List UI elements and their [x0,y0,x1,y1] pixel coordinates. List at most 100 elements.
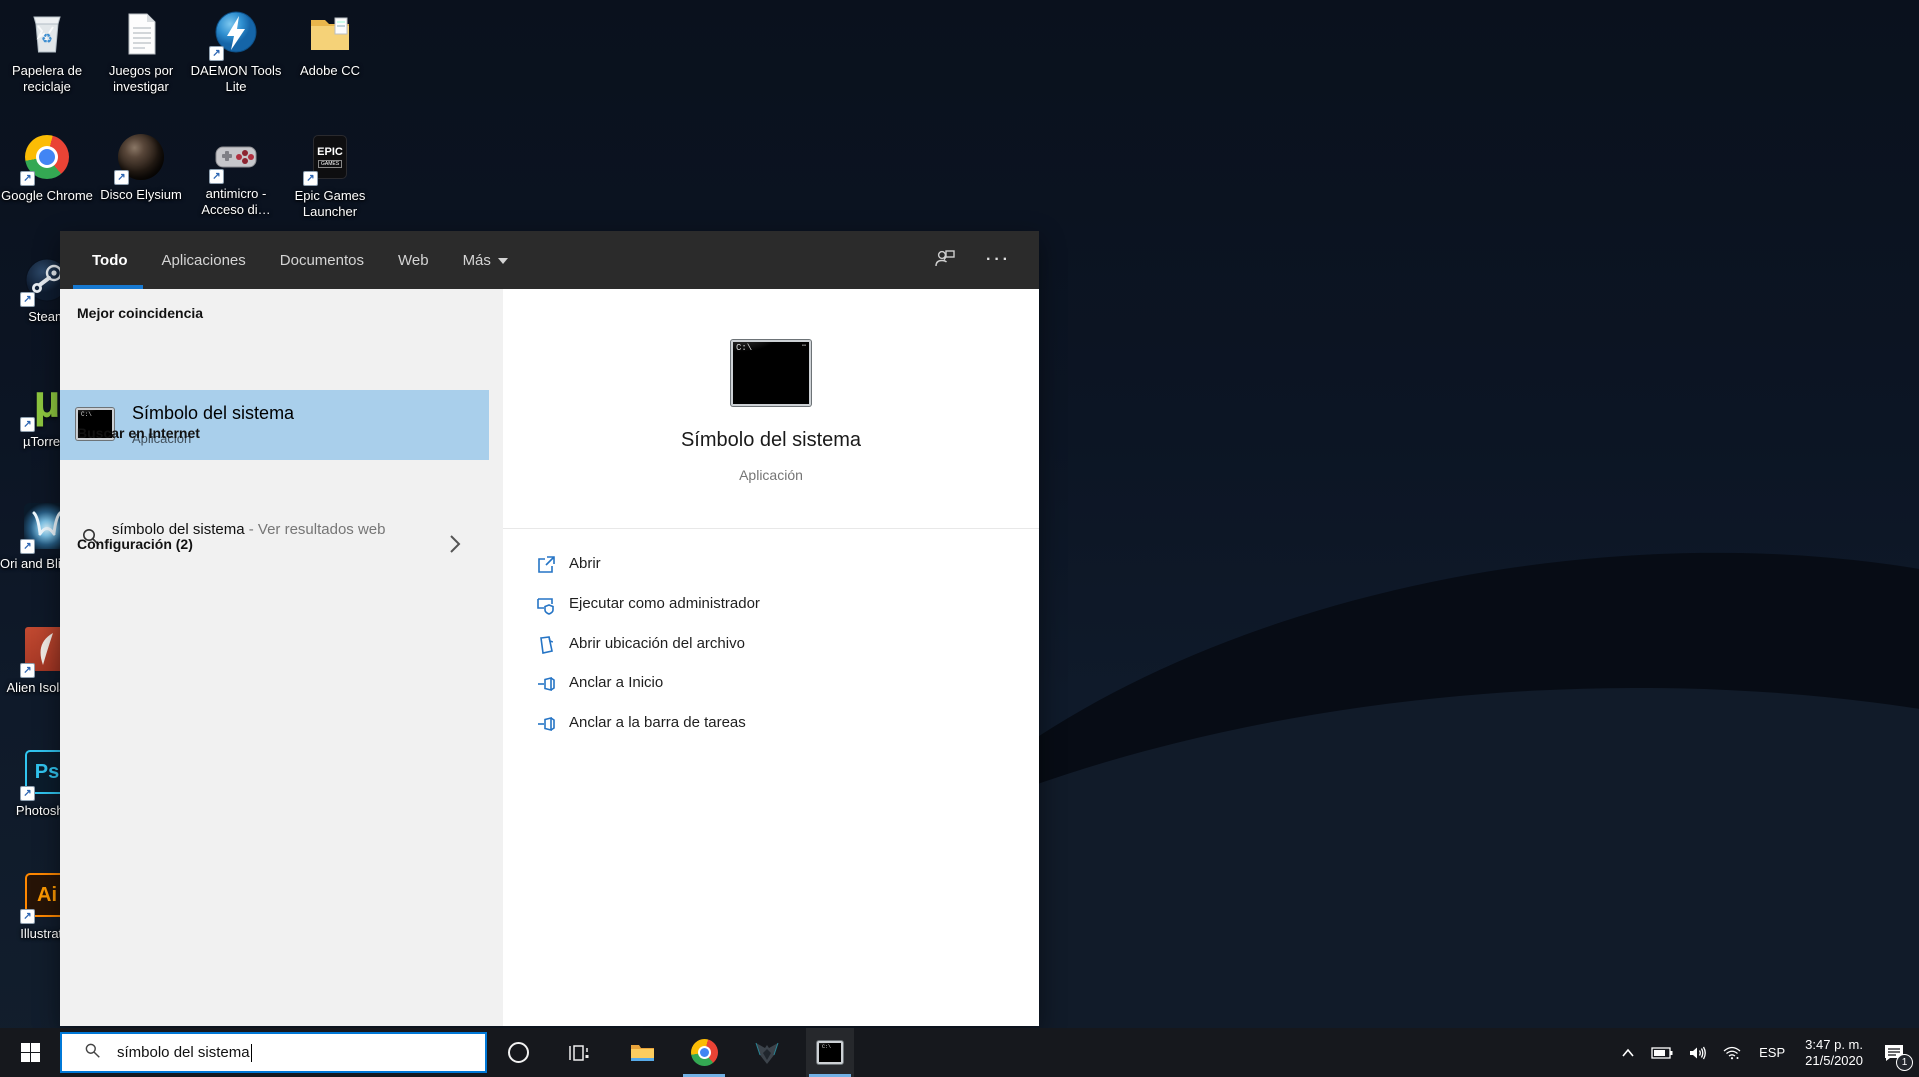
action-label: Anclar a la barra de tareas [569,714,746,731]
folder-icon [306,10,354,58]
search-results-list: Mejor coincidencia C:\ Símbolo del siste… [60,289,503,1026]
file-location-icon [536,635,556,660]
cmd-prompt-text: C:\ [822,1044,831,1050]
cmd-prompt-text: C:\ [736,343,752,353]
system-tray: ESP 3:47 p. m. 21/5/2020 1 [1613,1028,1919,1077]
shortcut-arrow-icon: ↗ [20,292,35,307]
search-tabs-header: Todo Aplicaciones Documentos Web Más ··· [60,231,1039,289]
desktop-icon-google-chrome[interactable]: ↗ Google Chrome [0,133,94,204]
action-center-button[interactable]: 1 [1873,1028,1919,1077]
cmd-window-buttons: ▪▪ [802,343,806,349]
tray-chevron-up-icon[interactable] [1613,1028,1643,1077]
tab-aplicaciones[interactable]: Aplicaciones [162,252,246,269]
action-label: Ejecutar como administrador [569,595,760,612]
divider [503,528,1039,529]
document-icon [117,10,165,58]
search-input-text: símbolo del sistema [117,1044,250,1061]
cortana-icon [508,1042,529,1063]
tab-documentos[interactable]: Documentos [280,252,364,269]
shortcut-arrow-icon: ↗ [20,786,35,801]
tab-todo[interactable]: Todo [92,252,128,269]
shortcut-arrow-icon: ↗ [209,46,224,61]
desktop-icon-label: antimicro - Acceso di… [189,186,283,218]
cortana-button[interactable] [494,1028,542,1077]
desktop-icon-antimicro[interactable]: ↗ antimicro - Acceso di… [189,133,283,218]
epic-games-icon: EPIC GAMES ↗ [306,135,354,183]
daemon-tools-icon: ↗ [212,10,260,58]
desktop-icon-label: Google Chrome [0,188,94,204]
desktop-icon-epic-games[interactable]: EPIC GAMES ↗ Epic Games Launcher [283,133,377,220]
shortcut-arrow-icon: ↗ [114,170,129,185]
language-indicator[interactable]: ESP [1749,1028,1795,1077]
desktop-icon-daemon-tools[interactable]: ↗ DAEMON Tools Lite [189,10,283,95]
wifi-icon[interactable] [1715,1028,1749,1077]
volume-icon[interactable] [1681,1028,1715,1077]
epic-games-text: GAMES [318,160,342,168]
action-open[interactable]: Abrir [503,545,1039,585]
start-button[interactable] [0,1028,60,1077]
open-icon [536,555,556,580]
action-label: Anclar a Inicio [569,674,663,691]
clock[interactable]: 3:47 p. m. 21/5/2020 [1795,1037,1873,1069]
run-admin-icon [536,595,556,620]
feedback-user-icon[interactable] [934,247,956,274]
web-suffix-text: - Ver resultados web [245,521,386,538]
file-explorer-button[interactable] [618,1028,666,1077]
action-run-as-admin[interactable]: Ejecutar como administrador [503,585,1039,625]
shortcut-arrow-icon: ↗ [303,171,318,186]
clock-time: 3:47 p. m. [1805,1037,1863,1053]
windows-logo-icon [21,1043,40,1062]
predator-icon [752,1039,782,1067]
chrome-icon: ↗ [23,135,71,183]
desktop-icon-recycle-bin[interactable]: ♻ Papelera de reciclaje [0,10,94,95]
text-caret [251,1044,252,1062]
svg-text:♻: ♻ [41,31,53,46]
action-pin-to-start[interactable]: Anclar a Inicio [503,664,1039,704]
desktop-icon-label: Epic Games Launcher [283,188,377,220]
shortcut-arrow-icon: ↗ [20,171,35,186]
search-icon [84,1042,101,1064]
cmd-app-icon-large: C:\ ▪▪ [731,340,811,406]
shortcut-arrow-icon: ↗ [20,417,35,432]
detail-title: Símbolo del sistema [503,429,1039,452]
more-options-icon[interactable]: ··· [986,251,1011,269]
desktop-icon-label: DAEMON Tools Lite [189,63,283,95]
desktop-icon-disco-elysium[interactable]: ↗ Disco Elysium [94,133,188,203]
action-open-file-location[interactable]: Abrir ubicación del archivo [503,625,1039,665]
shortcut-arrow-icon: ↗ [20,539,35,554]
notification-badge: 1 [1896,1054,1913,1071]
file-explorer-icon [629,1039,656,1066]
detail-subtitle: Aplicación [503,467,1039,483]
predator-sense-button[interactable] [743,1028,791,1077]
desktop-icon-label: Papelera de reciclaje [0,63,94,95]
chevron-down-icon [498,258,508,264]
cmd-taskbar-button[interactable]: C:\ [806,1028,854,1077]
battery-icon[interactable] [1643,1028,1681,1077]
tab-web[interactable]: Web [398,252,429,269]
tab-mas[interactable]: Más [463,252,508,269]
taskbar-search-box[interactable]: símbolo del sistema [60,1032,487,1073]
desktop-icon-adobe-cc[interactable]: Adobe CC [283,10,377,79]
clock-date: 21/5/2020 [1805,1053,1863,1069]
action-pin-to-taskbar[interactable]: Anclar a la barra de tareas [503,704,1039,744]
pin-icon [536,714,556,739]
desktop-icon-label: Disco Elysium [94,187,188,203]
gamepad-icon: ↗ [212,133,260,181]
chrome-taskbar-button[interactable] [680,1028,728,1077]
cmd-prompt-text: C:\ [81,411,92,418]
shortcut-arrow-icon: ↗ [20,909,35,924]
section-header-settings[interactable]: Configuración (2) [77,536,193,552]
shortcut-arrow-icon: ↗ [209,169,224,184]
section-header-web: Buscar en Internet [77,425,200,441]
chevron-right-icon[interactable] [447,532,463,561]
task-view-button[interactable] [554,1028,602,1077]
desktop-icon-label: Juegos por investigar [94,63,188,95]
result-detail-pane: C:\ ▪▪ Símbolo del sistema Aplicación Ab… [503,289,1039,1026]
epic-text: EPIC [317,146,343,158]
desktop-icon-juegos-doc[interactable]: Juegos por investigar [94,10,188,95]
pin-icon [536,674,556,699]
chrome-icon [691,1039,718,1066]
cmd-icon: C:\ [817,1041,843,1064]
taskbar: símbolo del sistema [0,1028,1919,1077]
action-label: Abrir [569,555,601,572]
